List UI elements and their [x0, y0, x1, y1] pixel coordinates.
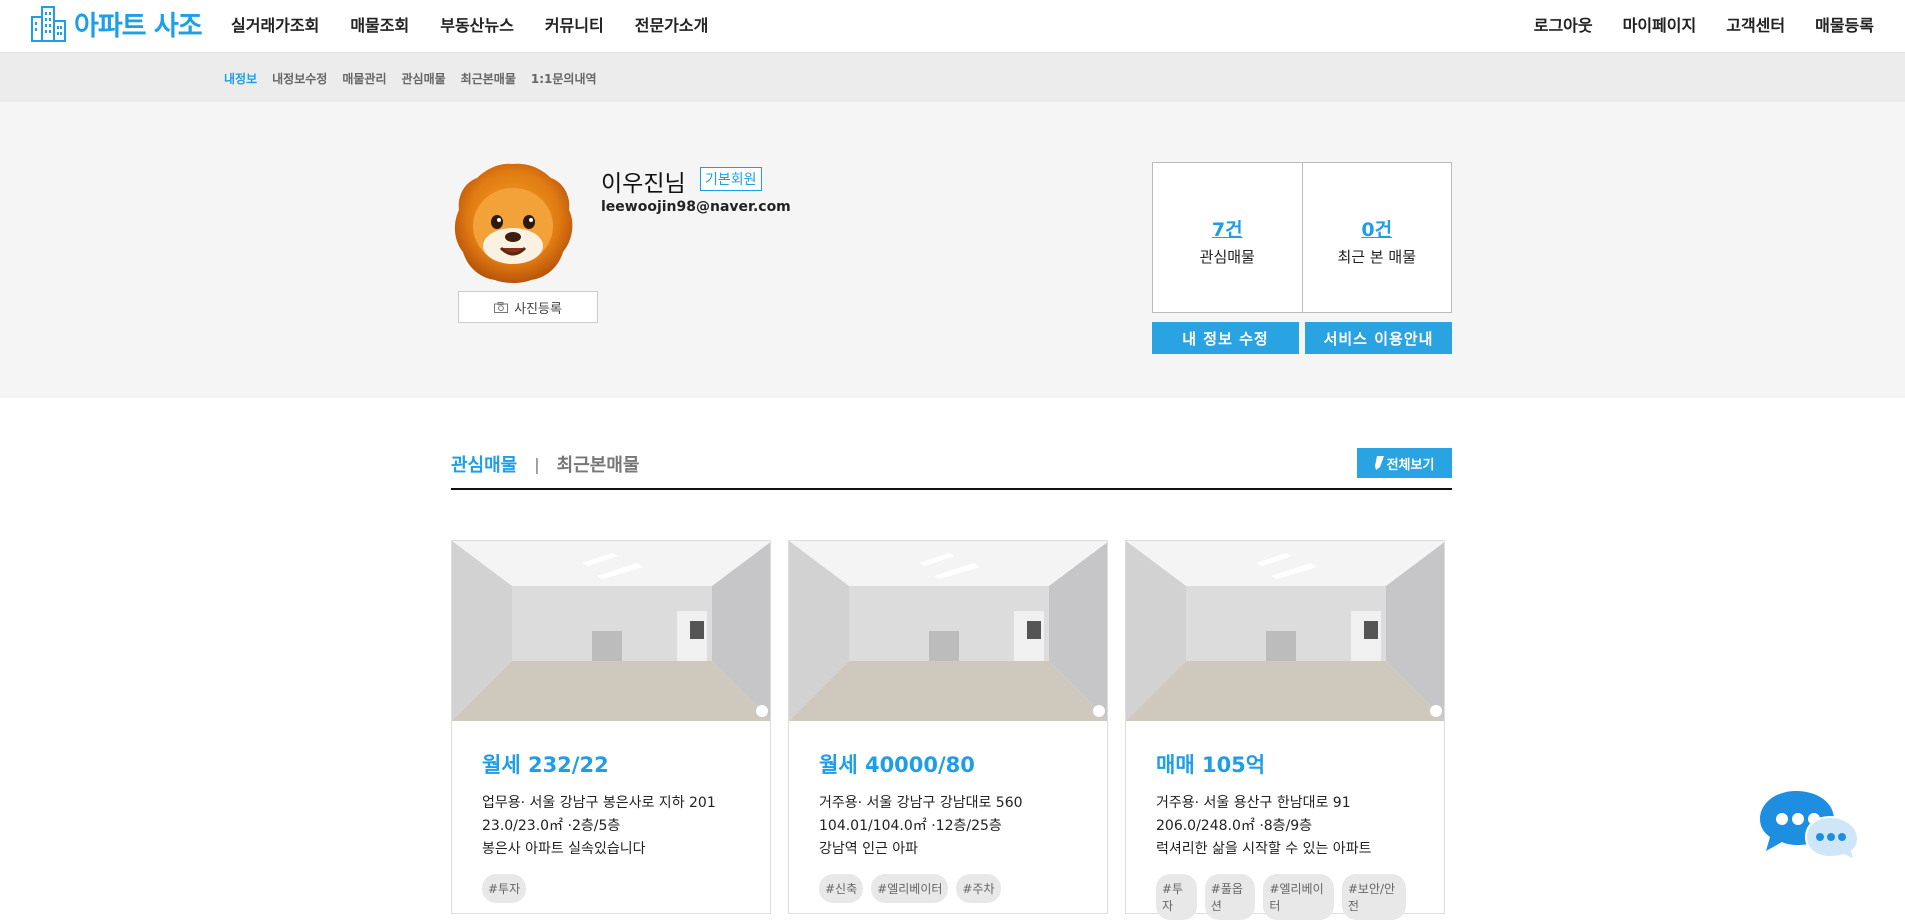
- service-guide-button[interactable]: 서비스 이용안내: [1305, 322, 1452, 354]
- listing-card[interactable]: 월세 232/22 업무용· 서울 강남구 봉은사로 지하 201 23.0/2…: [451, 540, 771, 914]
- nav-community[interactable]: 커뮤니티: [545, 12, 604, 36]
- view-all-label: 전체보기: [1386, 457, 1435, 473]
- recent-stat[interactable]: 0건 최근 본 매물: [1301, 163, 1452, 312]
- lion-avatar-icon: [454, 163, 573, 283]
- listing-tag[interactable]: #엘리베이터: [871, 874, 949, 903]
- listing-tags: #투자 #풀옵션 #엘리베이터 #보안/안전: [1156, 874, 1414, 920]
- nav-experts[interactable]: 전문가소개: [635, 12, 709, 36]
- listing-address: 업무용· 서울 강남구 봉은사로 지하 201: [482, 795, 716, 811]
- tab-recent[interactable]: 최근본매물: [557, 451, 640, 477]
- listing-tags: #투자: [482, 874, 740, 903]
- member-grade-badge: 기본회원: [700, 167, 762, 191]
- site-logo[interactable]: 아파트 사조: [30, 4, 203, 43]
- listing-card[interactable]: 월세 40000/80 거주용· 서울 강남구 강남대로 560 104.01/…: [788, 540, 1108, 914]
- view-all-button[interactable]: 전체보기: [1357, 448, 1452, 478]
- listing-area-floor: 206.0/248.0㎡ ·8층/9층: [1156, 818, 1313, 834]
- sub-nav: 내정보 내정보수정 매물관리 관심매물 최근본매물 1:1문의내역: [0, 52, 1905, 102]
- pencil-icon: [1374, 456, 1384, 470]
- listing-description: 봉은사 아파트 실속있습니다: [482, 841, 646, 857]
- listing-photo: [1126, 541, 1444, 721]
- building-logo-icon: [31, 5, 66, 42]
- tab-separator: |: [534, 454, 540, 474]
- mypage-link[interactable]: 마이페이지: [1623, 12, 1697, 36]
- tab-favorites[interactable]: 관심매물: [451, 451, 517, 477]
- chat-bubble-icon[interactable]: [1758, 789, 1860, 861]
- camera-icon: [494, 301, 509, 313]
- subnav-recent[interactable]: 최근본매물: [461, 70, 516, 87]
- main-nav: 실거래가조회 매물조회 부동산뉴스 커뮤니티 전문가소개: [231, 12, 739, 36]
- section-divider: [451, 488, 1452, 490]
- listing-tag[interactable]: #투자: [482, 874, 527, 903]
- listing-area-floor: 23.0/23.0㎡ ·2층/5층: [482, 818, 621, 834]
- listing-tag[interactable]: #보안/안전: [1341, 874, 1406, 920]
- subnav-edit-info[interactable]: 내정보수정: [272, 70, 327, 87]
- logo-text: 아파트 사조: [74, 11, 203, 42]
- listing-address: 거주용· 서울 용산구 한남대로 91: [1156, 795, 1351, 811]
- listing-tag[interactable]: #풀옵션: [1204, 874, 1256, 920]
- listing-price: 매매 105억: [1156, 753, 1266, 777]
- profile-section: [0, 102, 1905, 398]
- stats-box: 7건 관심매물 0건 최근 본 매물: [1152, 162, 1452, 313]
- subnav-my-info[interactable]: 내정보: [224, 70, 257, 87]
- logout-link[interactable]: 로그아웃: [1534, 12, 1593, 36]
- listing-tag[interactable]: #투자: [1156, 874, 1197, 920]
- recent-label: 최근 본 매물: [1337, 247, 1417, 266]
- customer-center-link[interactable]: 고객센터: [1726, 12, 1785, 36]
- edit-info-button[interactable]: 내 정보 수정: [1152, 322, 1299, 354]
- listing-photo: [452, 541, 770, 721]
- favorites-count[interactable]: 7건: [1212, 215, 1243, 242]
- utility-nav: 로그아웃 마이페이지 고객센터 매물등록: [1504, 12, 1874, 36]
- favorites-stat[interactable]: 7건 관심매물: [1153, 163, 1302, 312]
- listing-tag[interactable]: #주차: [956, 874, 1001, 903]
- photo-upload-button[interactable]: 사진등록: [458, 291, 598, 323]
- user-name: 이우진님: [601, 171, 686, 197]
- photo-upload-label: 사진등록: [514, 301, 562, 317]
- recent-count[interactable]: 0건: [1361, 215, 1392, 242]
- listing-price: 월세 232/22: [482, 753, 609, 777]
- nav-real-price[interactable]: 실거래가조회: [231, 12, 319, 36]
- top-header: 아파트 사조 실거래가조회 매물조회 부동산뉴스 커뮤니티 전문가소개 로그아웃…: [0, 0, 1905, 52]
- listing-tag[interactable]: #엘리베이터: [1263, 874, 1334, 920]
- listing-area-floor: 104.01/104.0㎡ ·12층/25층: [819, 818, 1002, 834]
- listing-price: 월세 40000/80: [819, 753, 975, 777]
- subnav-inquiries[interactable]: 1:1문의내역: [531, 70, 597, 87]
- user-email: leewoojin98@naver.com: [601, 199, 791, 215]
- subnav-favorites[interactable]: 관심매물: [402, 70, 446, 87]
- listing-description: 럭셔리한 삶을 시작할 수 있는 아파트: [1156, 841, 1372, 857]
- favorites-label: 관심매물: [1199, 247, 1255, 266]
- listing-description: 강남역 인근 아파: [819, 841, 919, 857]
- listing-tabs: 관심매물 | 최근본매물: [451, 451, 639, 477]
- nav-listings[interactable]: 매물조회: [350, 12, 409, 36]
- nav-news[interactable]: 부동산뉴스: [440, 12, 514, 36]
- subnav-manage-listings[interactable]: 매물관리: [342, 70, 386, 87]
- register-listing-link[interactable]: 매물등록: [1815, 12, 1874, 36]
- listing-tags: #신축 #엘리베이터 #주차: [819, 874, 1077, 903]
- listing-photo: [789, 541, 1107, 721]
- listing-tag[interactable]: #신축: [819, 874, 864, 903]
- listing-card[interactable]: 매매 105억 거주용· 서울 용산구 한남대로 91 206.0/248.0㎡…: [1125, 540, 1445, 920]
- listing-address: 거주용· 서울 강남구 강남대로 560: [819, 795, 1023, 811]
